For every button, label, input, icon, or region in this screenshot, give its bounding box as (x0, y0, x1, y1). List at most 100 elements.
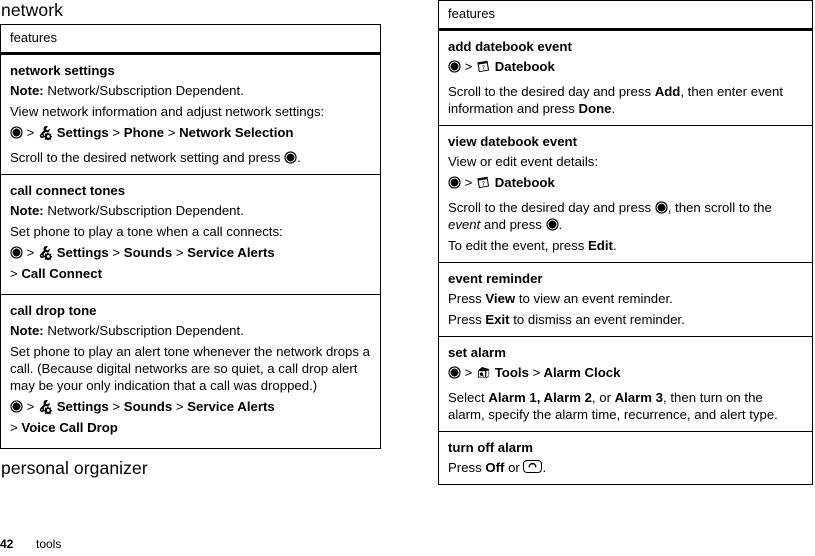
row-title: turn off alarm (448, 440, 533, 455)
softkey-view-label: View (485, 291, 516, 306)
path-item-2: Service Alerts (187, 399, 275, 414)
path-separator: > (26, 245, 35, 260)
row-line-off: Press Off or . (448, 459, 803, 476)
note-label: Note: (10, 203, 44, 218)
instruction-text: or (504, 460, 524, 475)
center-select-key-icon (10, 400, 23, 413)
note-text: Network/Subscription Dependent. (43, 83, 244, 98)
alarm3-label: Alarm 3 (614, 390, 664, 405)
center-select-key-icon (10, 246, 23, 259)
softkey-add-label: Add (654, 84, 681, 99)
menu-path: > 7 Datebook (448, 58, 803, 79)
alarm-options-label: Alarm 1, Alarm 2 (488, 390, 592, 405)
tools-icon (476, 365, 491, 385)
row-title: add datebook event (448, 39, 572, 54)
right-column: features add datebook event > 7 Datebook… (438, 0, 813, 485)
path-separator: > (10, 420, 18, 435)
path-item-1: Phone (123, 125, 165, 140)
note-text: Network/Subscription Dependent. (43, 323, 244, 338)
datebook-calendar-icon: 7 (476, 59, 491, 79)
row-line-exit: Press Exit to dismiss an event reminder. (448, 311, 803, 328)
softkey-done-label: Done (578, 101, 612, 116)
table-header-features: features (439, 1, 812, 31)
instruction-text: and press (480, 217, 546, 232)
note-label: Note: (10, 323, 44, 338)
chapter-heading-personal-organizer: personal organizer (1, 458, 148, 478)
path-continuation: Voice Call Drop (21, 420, 118, 435)
row-title: view datebook event (448, 134, 577, 149)
event-emphasis: event (448, 217, 481, 232)
body-text: Scroll to the desired day and press (448, 84, 655, 99)
table-row: call drop tone Note: Network/Subscriptio… (1, 295, 380, 448)
table-row: add datebook event > 7 Datebook Scroll t… (439, 31, 812, 126)
menu-path: > Settings > Sounds > Servi (10, 398, 371, 437)
instruction-text: . (612, 238, 617, 253)
center-select-key-icon (448, 366, 461, 379)
table-row: event reminder Press View to view an eve… (439, 263, 812, 337)
note-text: Network/Subscription Dependent. (43, 203, 244, 218)
softkey-exit-label: Exit (485, 312, 510, 327)
instruction-text: Scroll to the desired day and press (448, 200, 655, 215)
row-instruction-edit: To edit the event, press Edit. (448, 237, 803, 254)
softkey-edit-label: Edit (588, 238, 613, 253)
table-row: network settings Note: Network/Subscript… (1, 55, 380, 175)
center-select-key-icon (448, 60, 461, 73)
path-separator: > (112, 125, 121, 140)
instruction-text: to view an event reminder. (515, 291, 673, 306)
path-separator: > (175, 399, 184, 414)
body-text: Select (448, 390, 489, 405)
path-item-1: Sounds (123, 245, 173, 260)
row-body: Set phone to play a tone when a call con… (10, 224, 283, 239)
instruction-text: To edit the event, press (448, 238, 589, 253)
path-separator: > (532, 365, 541, 380)
menu-path: > Settings > Sounds > Servi (10, 244, 371, 283)
manual-page: network features network settings Note: … (0, 0, 815, 556)
instruction-text: . (542, 460, 547, 475)
instruction-text: Press (448, 460, 486, 475)
row-note: Note: Network/Subscription Dependent. (10, 82, 371, 99)
path-separator: > (464, 365, 473, 380)
path-item-1: Alarm Clock (543, 365, 621, 380)
row-body: Scroll to the desired day and press Add,… (448, 83, 803, 117)
row-instruction: Scroll to the desired day and press , th… (448, 199, 803, 233)
path-item-0: Datebook (494, 59, 555, 74)
note-label: Note: (10, 83, 44, 98)
footer-text-after: . (297, 150, 301, 165)
instruction-text: to dismiss an event reminder. (509, 312, 685, 327)
row-note: Note: Network/Subscription Dependent. (10, 202, 371, 219)
instruction-text: Press (448, 312, 486, 327)
path-item-0: Tools (494, 365, 529, 380)
network-features-table: features network settings Note: Network/… (0, 24, 381, 449)
table-row: turn off alarm Press Off or . (439, 432, 812, 484)
menu-path: > Tools > Alarm Clock (448, 364, 803, 385)
menu-path: > 7 Datebook (448, 174, 803, 195)
page-number: 42 (0, 537, 14, 551)
row-title: call drop tone (10, 303, 97, 318)
path-item-0: Settings (56, 125, 109, 140)
path-separator: > (112, 245, 121, 260)
path-item-0: Settings (56, 399, 109, 414)
page-section-label: tools (36, 537, 62, 551)
row-body: View network information and adjust netw… (10, 104, 325, 119)
path-separator: > (167, 125, 176, 140)
path-separator: > (464, 175, 473, 190)
path-separator: > (175, 245, 184, 260)
path-separator: > (26, 125, 35, 140)
row-body: View or edit event details: (448, 154, 599, 169)
softkey-off-label: Off (485, 460, 505, 475)
path-separator: > (112, 399, 121, 414)
row-line-view: Press View to view an event reminder. (448, 290, 803, 307)
row-title: event reminder (448, 271, 543, 286)
center-select-key-icon (10, 126, 23, 139)
page-footer: 42 tools (0, 537, 61, 552)
settings-gear-icon (38, 245, 53, 265)
instruction-text: , then scroll to the (667, 200, 772, 215)
instruction-text: . (558, 217, 563, 232)
datebook-calendar-icon: 7 (476, 175, 491, 195)
row-body: Select Alarm 1, Alarm 2, or Alarm 3, the… (448, 389, 803, 423)
center-select-key-icon (545, 218, 559, 231)
row-footer-instruction: Scroll to the desired network setting an… (10, 149, 371, 166)
row-body: Set phone to play an alert tone whenever… (10, 344, 370, 393)
path-item-2: Service Alerts (187, 245, 275, 260)
path-item-0: Datebook (494, 175, 555, 190)
